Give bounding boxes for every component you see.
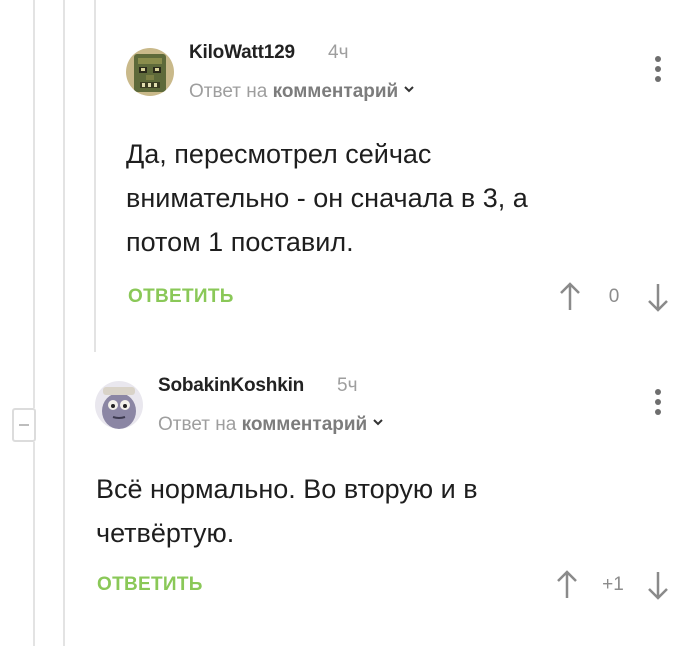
downvote-arrow-icon[interactable] — [646, 282, 670, 312]
comment-author[interactable]: KiloWatt129 — [189, 42, 295, 64]
comment-text-line: внимательно - он сначала в 3, а — [126, 183, 528, 213]
comment-text-line: Да, пересмотрел сейчас — [126, 139, 432, 169]
comment-time: 4ч — [328, 42, 349, 63]
comment-text-line: четвёртую. — [96, 518, 235, 548]
downvote-arrow-icon[interactable] — [646, 570, 670, 600]
cartoon-character-avatar-icon — [95, 381, 143, 429]
kebab-menu-icon[interactable] — [654, 56, 662, 84]
upvote-arrow-icon[interactable] — [558, 282, 582, 312]
mayan-mask-avatar-icon — [126, 48, 174, 96]
comment-text: Всё нормально. Во вторую и в четвёртую. — [96, 467, 478, 555]
chevron-down-icon — [373, 419, 383, 426]
rating-value: +1 — [602, 574, 624, 595]
upvote-arrow-icon[interactable] — [555, 570, 579, 600]
reply-to-link[interactable]: Ответ на комментарий — [158, 414, 383, 436]
reply-to-target: комментарий — [241, 414, 368, 435]
comment-time: 5ч — [337, 375, 358, 396]
comment-text: Да, пересмотрел сейчас внимательно - он … — [126, 132, 528, 264]
avatar[interactable] — [126, 48, 174, 96]
thread-line-outer — [33, 0, 35, 408]
chevron-down-icon — [404, 86, 414, 93]
thread-line-nested — [94, 0, 96, 352]
reply-to-link[interactable]: Ответ на комментарий — [189, 81, 414, 103]
rating-value: 0 — [608, 286, 620, 307]
avatar[interactable] — [95, 381, 143, 429]
thread-line-branch — [63, 0, 65, 646]
thread-line-outer-lower — [33, 442, 35, 646]
reply-button[interactable]: ОТВЕТИТЬ — [128, 286, 234, 308]
reply-to-prefix: Ответ на — [189, 81, 273, 102]
kebab-menu-icon[interactable] — [654, 389, 662, 417]
reply-to-prefix: Ответ на — [158, 414, 242, 435]
reply-to-target: комментарий — [272, 81, 399, 102]
comment-author[interactable]: SobakinKoshkin — [158, 375, 304, 397]
comment-text-line: потом 1 поставил. — [126, 227, 354, 257]
collapse-thread-button[interactable] — [12, 408, 36, 442]
reply-button[interactable]: ОТВЕТИТЬ — [97, 574, 203, 596]
comment-text-line: Всё нормально. Во вторую и в — [96, 474, 478, 504]
